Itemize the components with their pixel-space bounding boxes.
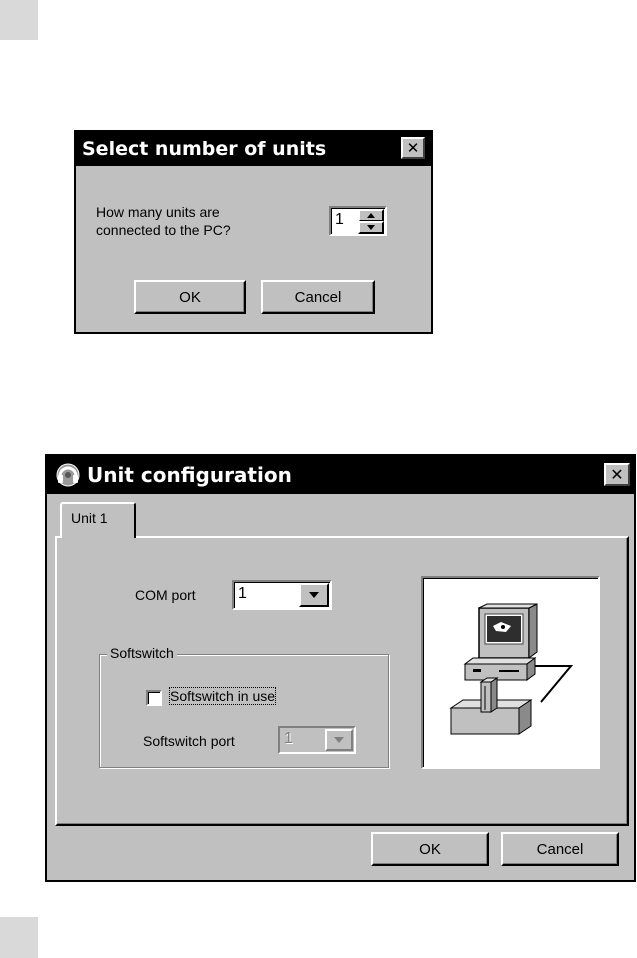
- spinner-down-button[interactable]: [358, 221, 384, 234]
- close-icon: ✕: [610, 465, 624, 484]
- computer-with-unit-illustration: [421, 576, 600, 769]
- computer-with-unit-icon: [449, 603, 574, 735]
- select-units-dialog: Select number of units ✕ How many units …: [74, 130, 433, 334]
- ok-label: OK: [419, 840, 441, 858]
- units-question-line1: How many units are: [96, 204, 220, 220]
- unit-configuration-dialog: Unit configuration ✕ Unit 1 COM port 1 S…: [45, 454, 636, 882]
- select-units-title: Select number of units: [82, 138, 327, 160]
- units-question-line2: connected to the PC?: [96, 222, 231, 238]
- ok-label: OK: [179, 288, 201, 306]
- chevron-down-icon: [367, 225, 375, 230]
- softswitch-port-select[interactable]: 1: [278, 726, 356, 754]
- chevron-down-icon: [334, 737, 344, 743]
- com-port-select[interactable]: 1: [232, 580, 332, 610]
- headset-app-icon: [56, 463, 80, 487]
- com-port-label: COM port: [135, 587, 196, 603]
- units-spinner-input[interactable]: 1: [329, 206, 387, 236]
- chevron-down-icon: [309, 592, 319, 598]
- softswitch-port-dropdown-button[interactable]: [325, 729, 353, 751]
- page-corner-bottom: [0, 917, 38, 958]
- ok-button[interactable]: OK: [371, 832, 489, 866]
- unit-config-title: Unit configuration: [87, 463, 292, 487]
- softswitch-port-label: Softswitch port: [143, 733, 235, 749]
- softswitch-port-value: 1: [284, 730, 293, 747]
- ok-button[interactable]: OK: [134, 280, 246, 314]
- close-button[interactable]: ✕: [401, 137, 425, 159]
- unit-config-titlebar: Unit configuration: [47, 456, 634, 494]
- cancel-button[interactable]: Cancel: [501, 832, 619, 866]
- com-port-dropdown-button[interactable]: [299, 583, 329, 607]
- chevron-up-icon: [367, 213, 375, 218]
- softswitch-checkbox[interactable]: [146, 690, 162, 706]
- tab-unit-1-label: Unit 1: [71, 510, 108, 526]
- cancel-label: Cancel: [294, 288, 342, 306]
- com-port-value: 1: [238, 585, 247, 602]
- cancel-button[interactable]: Cancel: [261, 280, 375, 314]
- close-icon: ✕: [406, 139, 420, 157]
- page-corner-top: [0, 0, 38, 40]
- softswitch-group-label: Softswitch: [107, 645, 177, 661]
- softswitch-checkbox-label[interactable]: Softswitch in use: [168, 687, 277, 705]
- cancel-label: Cancel: [536, 840, 584, 858]
- close-button[interactable]: ✕: [604, 463, 630, 486]
- select-units-titlebar: Select number of units: [76, 132, 431, 166]
- tab-unit-1[interactable]: Unit 1: [60, 502, 136, 538]
- units-spinner-value: 1: [335, 211, 344, 228]
